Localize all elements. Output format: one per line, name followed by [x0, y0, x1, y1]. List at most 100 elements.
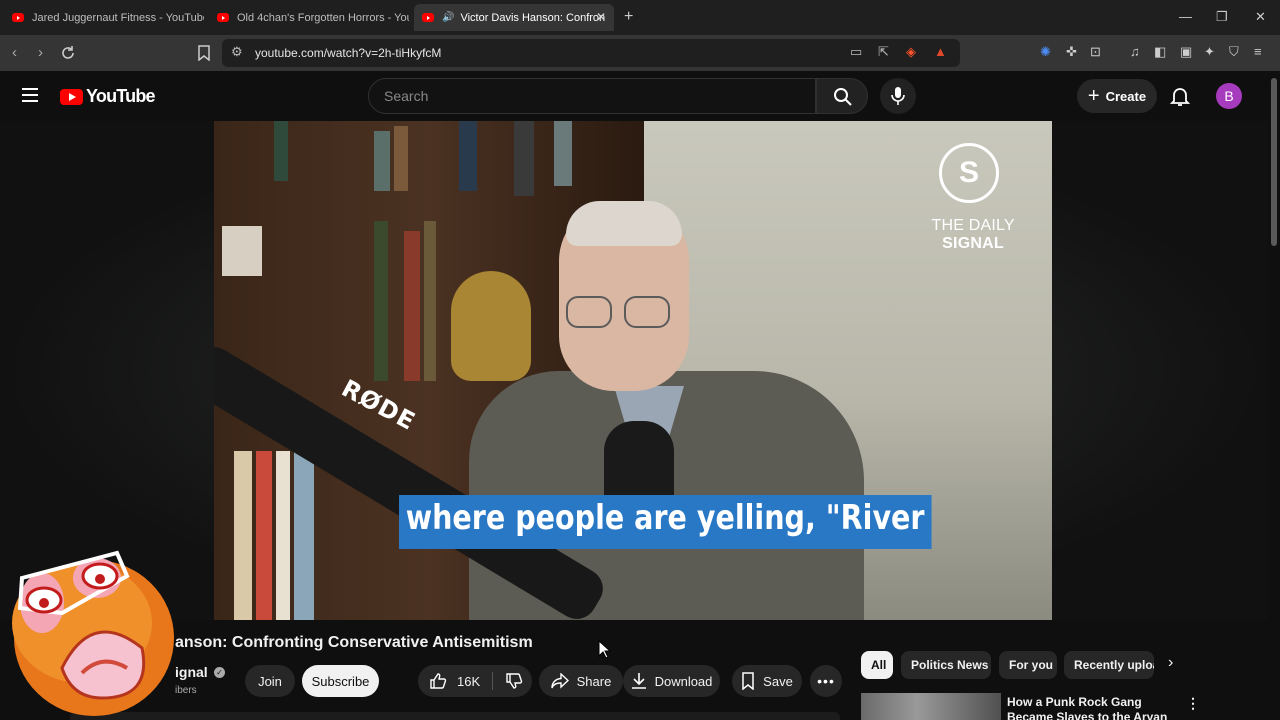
book — [514, 121, 534, 196]
browser-tab-bar: Jared Juggernaut Fitness - YouTube Old 4… — [0, 0, 1280, 35]
restore-icon[interactable]: ❐ — [1216, 9, 1228, 25]
share-button[interactable]: Share — [539, 665, 623, 697]
save-button[interactable]: Save — [732, 665, 802, 697]
share-label: Share — [576, 673, 612, 689]
book — [374, 221, 388, 381]
crying-face-sticker-icon — [12, 550, 174, 716]
youtube-favicon-icon — [217, 13, 229, 22]
description-box-edge[interactable] — [70, 712, 840, 720]
microphone-icon — [891, 87, 905, 105]
close-tab-icon[interactable]: ✕ — [596, 10, 606, 24]
thumbs-down-icon — [506, 673, 523, 689]
close-window-icon[interactable]: ✕ — [1255, 9, 1266, 25]
vpn-icon[interactable]: ⛉ — [1229, 44, 1239, 60]
search-icon — [834, 88, 852, 106]
browser-toolbar: ‹ › ⚙ youtube.com/watch?v=2h-tiHkyfcM ▭ … — [0, 35, 1280, 71]
youtube-favicon-icon — [422, 13, 434, 22]
youtube-favicon-icon — [12, 13, 24, 22]
tab-title: Victor Davis Hanson: Confron — [460, 11, 606, 24]
plus-icon: + — [1087, 85, 1100, 107]
search-box — [368, 78, 816, 114]
leo-ai-icon[interactable]: ✦ — [1204, 44, 1215, 60]
scrollbar-thumb[interactable] — [1271, 78, 1277, 246]
book — [554, 121, 572, 186]
book — [459, 121, 477, 191]
notifications-bell-icon[interactable] — [1168, 84, 1192, 108]
create-button[interactable]: + Create — [1077, 79, 1157, 113]
youtube-logo[interactable]: YouTube — [60, 86, 156, 107]
search-button[interactable] — [816, 78, 868, 114]
daily-signal-watermark: THE DAILY SIGNAL — [931, 217, 1015, 252]
search-input[interactable] — [384, 88, 784, 104]
site-info-icon[interactable]: ⚙ — [231, 44, 243, 60]
video-title: anson: Confronting Conservative Antisemi… — [175, 634, 533, 651]
youtube-play-icon — [60, 88, 83, 105]
back-icon[interactable]: ‹ — [12, 44, 17, 62]
chip-politics-news[interactable]: Politics News — [901, 651, 991, 679]
brave-shields-icon[interactable]: ◈ — [906, 44, 916, 60]
dislike-button[interactable] — [496, 665, 532, 697]
voice-search-button[interactable] — [880, 78, 916, 114]
recommendation-menu-icon[interactable]: ⋮ — [1186, 695, 1200, 712]
recommendation-thumbnail[interactable] — [861, 693, 1001, 720]
brave-rewards-icon[interactable]: ▲ — [934, 44, 947, 59]
tab-old-4chan[interactable]: Old 4chan's Forgotten Horrors - YouT — [209, 4, 409, 31]
chevron-right-icon[interactable]: › — [1168, 654, 1173, 672]
cast-icon[interactable]: ▭ — [850, 44, 862, 60]
share-icon — [550, 673, 569, 689]
book — [234, 451, 252, 620]
thumbs-up-icon — [430, 673, 447, 689]
recommendation-title[interactable]: How a Punk Rock Gang Became Slaves to th… — [1007, 695, 1182, 720]
extension-icon[interactable]: ✺ — [1040, 44, 1051, 60]
bookmark-icon[interactable] — [197, 45, 211, 61]
video-player[interactable]: RØDE S THE DAILY SIGNAL where people are… — [214, 121, 1052, 620]
book — [374, 131, 390, 191]
chip-all[interactable]: All — [861, 651, 893, 679]
book — [404, 231, 420, 381]
tab-jared-juggernaut[interactable]: Jared Juggernaut Fitness - YouTube — [4, 4, 204, 31]
book — [294, 451, 314, 620]
media-icon[interactable]: ♫ — [1130, 44, 1140, 59]
avatar[interactable]: B — [1216, 83, 1242, 109]
tab-victor-davis-hanson[interactable]: 🔊 Victor Davis Hanson: Confron ✕ — [414, 4, 614, 31]
youtube-header: YouTube + Create B — [0, 71, 1280, 121]
save-label: Save — [763, 673, 793, 689]
url-text[interactable]: youtube.com/watch?v=2h-tiHkyfcM — [255, 46, 441, 60]
join-button[interactable]: Join — [245, 665, 295, 697]
menu-icon[interactable]: ≡ — [1254, 44, 1262, 59]
forward-icon[interactable]: › — [38, 44, 43, 62]
book — [394, 126, 408, 191]
like-divider — [492, 672, 493, 690]
subscribe-button[interactable]: Subscribe — [302, 665, 379, 697]
sidebar-icon[interactable]: ◧ — [1154, 44, 1166, 60]
like-button[interactable]: 16K — [418, 665, 492, 697]
speaker-icon[interactable]: 🔊 — [442, 12, 454, 23]
more-actions-icon[interactable]: ••• — [810, 665, 842, 697]
speaker-hair — [566, 201, 682, 246]
chip-recently-uploaded[interactable]: Recently uploa — [1064, 651, 1154, 679]
tab-title: Jared Juggernaut Fitness - YouTube — [32, 11, 204, 24]
mouse-cursor-icon — [598, 640, 612, 659]
golden-mask — [451, 271, 531, 381]
download-label: Download — [654, 673, 713, 689]
book — [274, 121, 288, 181]
screenshot-icon[interactable]: ⊡ — [1090, 44, 1101, 60]
tab-title: Old 4chan's Forgotten Horrors - YouT — [237, 11, 409, 24]
youtube-wordmark: YouTube — [86, 86, 156, 106]
daily-signal-logo-icon: S — [939, 143, 999, 203]
download-button[interactable]: Download — [623, 665, 720, 697]
like-count: 16K — [457, 673, 481, 689]
minimize-icon[interactable]: — — [1179, 9, 1192, 24]
chip-for-you[interactable]: For you — [999, 651, 1057, 679]
reload-icon[interactable] — [60, 45, 76, 61]
wallet-icon[interactable]: ▣ — [1180, 44, 1192, 60]
guide-menu-icon[interactable] — [22, 88, 38, 102]
share-page-icon[interactable]: ⇱ — [878, 44, 889, 60]
address-bar[interactable]: ⚙ youtube.com/watch?v=2h-tiHkyfcM ▭ ⇱ ◈ … — [222, 39, 960, 67]
book — [256, 451, 272, 620]
new-tab-button[interactable]: + — [624, 8, 633, 26]
join-label: Join — [258, 673, 282, 689]
glasses-right — [624, 296, 670, 328]
glasses-left — [566, 296, 612, 328]
extensions-puzzle-icon[interactable]: ✜ — [1066, 44, 1077, 60]
